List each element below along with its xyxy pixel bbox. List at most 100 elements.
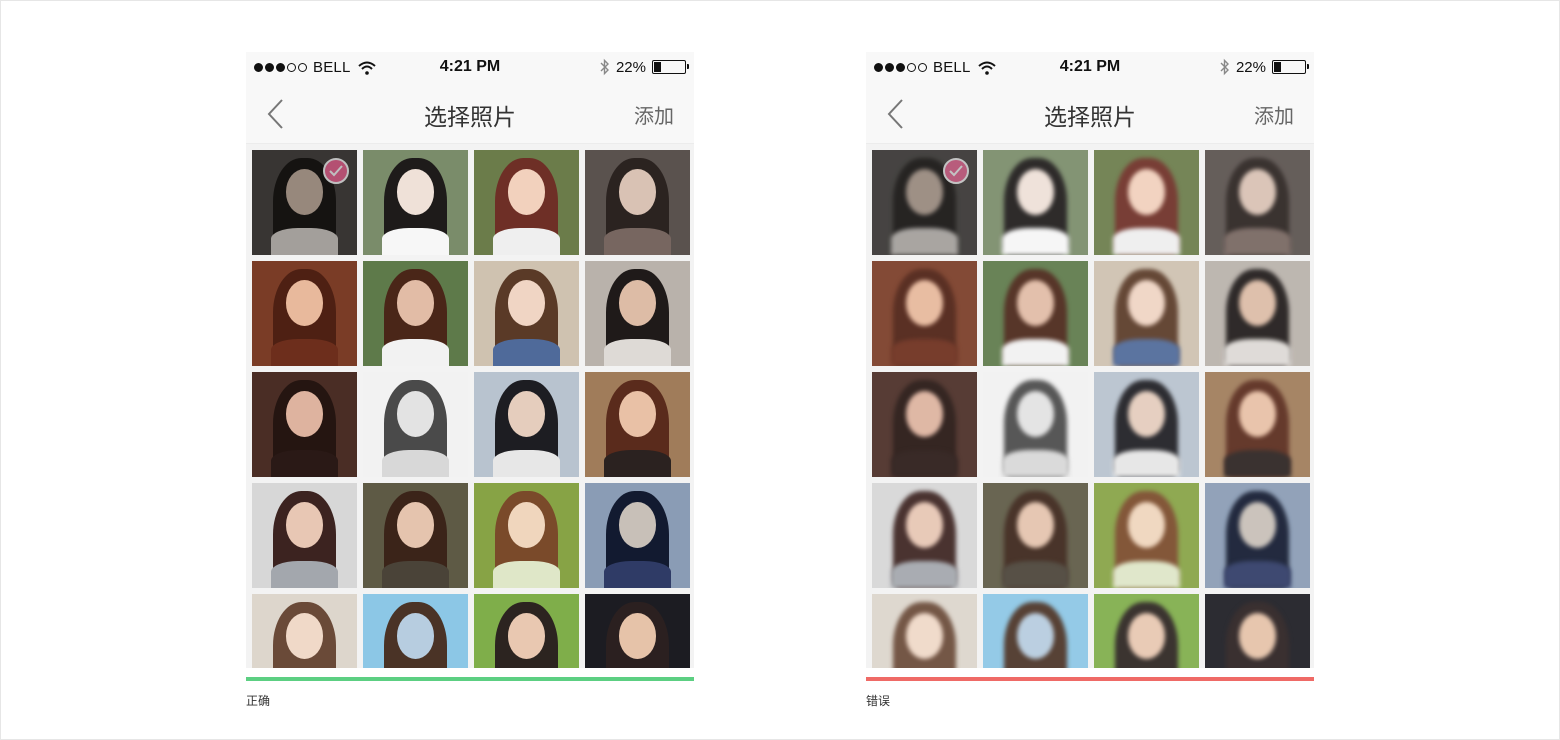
canvas-frame	[0, 0, 1560, 740]
photo-thumbnail[interactable]	[474, 150, 579, 255]
photo-thumbnail[interactable]	[1094, 483, 1199, 588]
photo-body-shape	[492, 338, 561, 366]
add-button[interactable]: 添加	[634, 100, 674, 129]
photo-body-shape	[270, 227, 339, 255]
photo-body-shape	[381, 449, 450, 477]
photo-thumbnail[interactable]	[252, 483, 357, 588]
photo-face-shape	[1238, 279, 1277, 327]
photo-body-shape	[270, 449, 339, 477]
photo-face-shape	[1127, 390, 1166, 438]
photo-face-shape	[618, 501, 657, 549]
photo-thumbnail[interactable]	[872, 483, 977, 588]
photo-thumbnail[interactable]	[363, 594, 468, 668]
photo-thumbnail[interactable]	[474, 594, 579, 668]
photo-thumbnail[interactable]	[983, 372, 1088, 477]
photo-thumbnail[interactable]	[585, 483, 690, 588]
photo-face-shape	[1127, 501, 1166, 549]
page-title: 选择照片	[1044, 104, 1136, 130]
photo-thumbnail[interactable]	[1094, 372, 1199, 477]
photo-face-shape	[396, 501, 435, 549]
battery-icon	[652, 60, 689, 74]
photo-face-shape	[905, 501, 944, 549]
photo-thumbnail[interactable]	[872, 150, 977, 255]
navigation-bar: 选择照片 添加	[246, 84, 694, 144]
battery-icon	[1272, 60, 1309, 74]
photo-face-shape	[507, 168, 546, 216]
photo-thumbnail[interactable]	[585, 372, 690, 477]
photo-face-shape	[618, 168, 657, 216]
photo-thumbnail[interactable]	[1094, 594, 1199, 668]
photo-body-shape	[492, 449, 561, 477]
photo-body-shape	[1112, 338, 1181, 366]
photo-thumbnail[interactable]	[1205, 261, 1310, 366]
photo-thumbnail[interactable]	[474, 372, 579, 477]
photo-thumbnail[interactable]	[252, 150, 357, 255]
photo-face-shape	[285, 168, 324, 216]
photo-thumbnail[interactable]	[252, 261, 357, 366]
photo-thumbnail[interactable]	[983, 594, 1088, 668]
photo-thumbnail[interactable]	[363, 483, 468, 588]
photo-body-shape	[270, 338, 339, 366]
photo-body-shape	[1223, 449, 1292, 477]
photo-face-shape	[1016, 168, 1055, 216]
photo-thumbnail[interactable]	[252, 372, 357, 477]
photo-face-shape	[1238, 612, 1277, 660]
photo-thumbnail[interactable]	[983, 483, 1088, 588]
photo-face-shape	[507, 279, 546, 327]
photo-face-shape	[285, 501, 324, 549]
photo-body-shape	[1001, 560, 1070, 588]
photo-grid	[246, 144, 694, 668]
status-bar: BELL 4:21 PM 22%	[866, 52, 1314, 84]
checkmark-icon[interactable]	[943, 158, 969, 184]
photo-body-shape	[1223, 560, 1292, 588]
photo-face-shape	[618, 612, 657, 660]
photo-thumbnail[interactable]	[252, 594, 357, 668]
photo-thumbnail[interactable]	[474, 261, 579, 366]
photo-face-shape	[618, 390, 657, 438]
photo-face-shape	[1016, 390, 1055, 438]
photo-thumbnail[interactable]	[363, 372, 468, 477]
photo-face-shape	[1127, 279, 1166, 327]
photo-thumbnail[interactable]	[474, 483, 579, 588]
photo-thumbnail[interactable]	[872, 261, 977, 366]
photo-face-shape	[1016, 279, 1055, 327]
photo-body-shape	[381, 227, 450, 255]
photo-body-shape	[603, 338, 672, 366]
battery-percent: 22%	[615, 58, 646, 76]
photo-body-shape	[1223, 338, 1292, 366]
photo-body-shape	[890, 449, 959, 477]
photo-thumbnail[interactable]	[363, 150, 468, 255]
bluetooth-icon	[600, 58, 609, 76]
photo-thumbnail[interactable]	[872, 594, 977, 668]
photo-thumbnail[interactable]	[1205, 483, 1310, 588]
photo-thumbnail[interactable]	[585, 594, 690, 668]
photo-body-shape	[890, 338, 959, 366]
checkmark-icon[interactable]	[323, 158, 349, 184]
photo-face-shape	[396, 168, 435, 216]
photo-body-shape	[890, 560, 959, 588]
photo-body-shape	[492, 560, 561, 588]
photo-face-shape	[1016, 501, 1055, 549]
photo-thumbnail[interactable]	[585, 150, 690, 255]
photo-thumbnail[interactable]	[1094, 261, 1199, 366]
photo-thumbnail[interactable]	[983, 261, 1088, 366]
photo-thumbnail[interactable]	[363, 261, 468, 366]
photo-thumbnail[interactable]	[983, 150, 1088, 255]
navigation-bar: 选择照片 添加	[866, 84, 1314, 144]
photo-thumbnail[interactable]	[1094, 150, 1199, 255]
photo-thumbnail[interactable]	[1205, 372, 1310, 477]
photo-body-shape	[603, 449, 672, 477]
photo-body-shape	[1112, 560, 1181, 588]
battery-level-fill	[1274, 62, 1282, 72]
photo-thumbnail[interactable]	[1205, 150, 1310, 255]
photo-thumbnail[interactable]	[1205, 594, 1310, 668]
photo-body-shape	[1112, 449, 1181, 477]
photo-face-shape	[1238, 501, 1277, 549]
photo-face-shape	[285, 279, 324, 327]
add-button[interactable]: 添加	[1254, 100, 1294, 129]
phone-correct: BELL 4:21 PM 22% 选择照片 添加	[246, 52, 694, 668]
photo-thumbnail[interactable]	[585, 261, 690, 366]
photo-body-shape	[890, 227, 959, 255]
photo-thumbnail[interactable]	[872, 372, 977, 477]
photo-face-shape	[285, 390, 324, 438]
